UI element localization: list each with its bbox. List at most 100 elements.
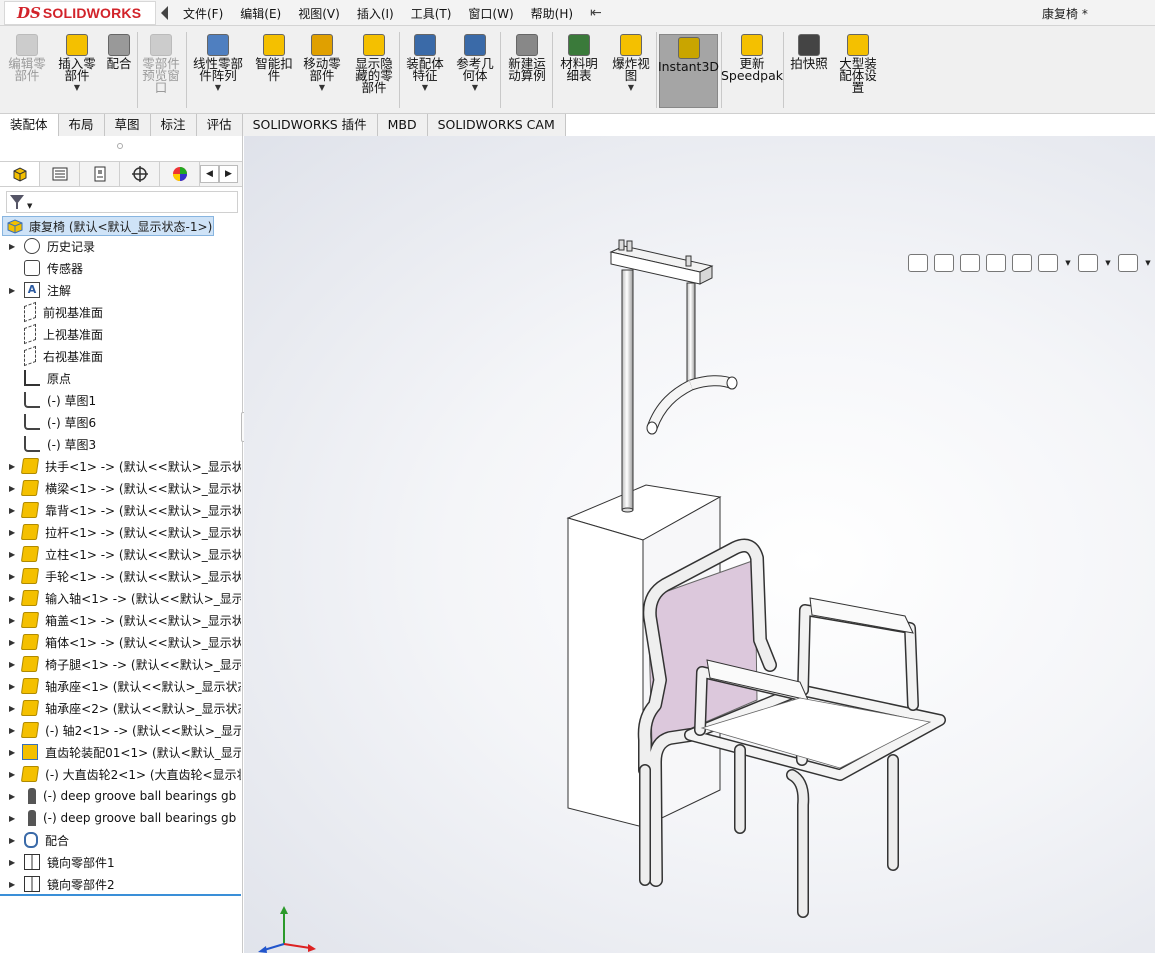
tree-item[interactable]: ▶ 直齿轮装配01<1> (默认<默认_显示 bbox=[0, 741, 241, 763]
ribbon-button-reference-geometry[interactable]: 参考几 何体 ▼ bbox=[453, 34, 497, 92]
menu-window[interactable]: 窗口(W) bbox=[468, 5, 513, 22]
tree-item[interactable]: 右视基准面 bbox=[0, 345, 241, 367]
tree-item[interactable]: 传感器 bbox=[0, 257, 241, 279]
expand-arrow-icon[interactable]: ▶ bbox=[9, 836, 17, 845]
menu-insert[interactable]: 插入(I) bbox=[357, 5, 394, 22]
tree-item[interactable]: 上视基准面 bbox=[0, 323, 241, 345]
tab-markup[interactable]: 标注 bbox=[150, 114, 197, 136]
menu-tools[interactable]: 工具(T) bbox=[411, 5, 452, 22]
ribbon-button-edit-component[interactable]: 编辑零 部件 bbox=[6, 34, 48, 82]
tree-item[interactable]: 前视基准面 bbox=[0, 301, 241, 323]
featuremanager-tab[interactable] bbox=[0, 162, 40, 186]
expand-arrow-icon[interactable]: ▶ bbox=[9, 660, 15, 669]
tree-root-assembly[interactable]: 康复椅 (默认<默认_显示状态-1>) bbox=[2, 216, 214, 236]
tree-item[interactable]: ▶ 箱体<1> -> (默认<<默认>_显示状 bbox=[0, 631, 241, 653]
panel-tab-next-icon[interactable]: ▶ bbox=[219, 165, 238, 183]
expand-arrow-icon[interactable]: ▶ bbox=[9, 616, 15, 625]
menu-edit[interactable]: 编辑(E) bbox=[240, 5, 281, 22]
tree-item[interactable]: (-) 草图1 bbox=[0, 389, 241, 411]
tree-item[interactable]: ▶ 配合 bbox=[0, 829, 241, 851]
ribbon-button-snapshot[interactable]: 拍快照 bbox=[787, 34, 831, 70]
ribbon-button-smart-fastener[interactable]: 智能扣 件 bbox=[252, 34, 296, 82]
ribbon-button-linear-pattern[interactable]: 线性零部 件阵列 ▼ bbox=[190, 34, 246, 92]
expand-arrow-icon[interactable]: ▶ bbox=[9, 506, 15, 515]
ribbon-button-bom[interactable]: 材料明 细表 bbox=[557, 34, 601, 82]
tree-item[interactable]: ▶ 手轮<1> -> (默认<<默认>_显示状 bbox=[0, 565, 241, 587]
ribbon-button-assembly-feature[interactable]: 装配体 特征 ▼ bbox=[403, 34, 447, 92]
menu-help[interactable]: 帮助(H) bbox=[531, 5, 573, 22]
expand-arrow-icon[interactable]: ▶ bbox=[9, 572, 15, 581]
dropdown-arrow-icon[interactable]: ▼ bbox=[319, 83, 325, 92]
expand-arrow-icon[interactable]: ▶ bbox=[9, 792, 17, 801]
ribbon-button-speedpak[interactable]: 更新 Speedpak bbox=[721, 34, 783, 82]
tree-item[interactable]: ▶ (-) deep groove ball bearings gb bbox=[0, 807, 241, 829]
dropdown-arrow-icon[interactable]: ▼ bbox=[472, 83, 478, 92]
expand-arrow-icon[interactable]: ▶ bbox=[9, 242, 17, 251]
ribbon-button-insert-component[interactable]: 插入零 部件 ▼ bbox=[55, 34, 99, 92]
ribbon-button-show-hidden[interactable]: 显示隐 藏的零 部件 bbox=[352, 34, 396, 94]
expand-arrow-icon[interactable]: ▶ bbox=[9, 748, 15, 757]
expand-arrow-icon[interactable]: ▶ bbox=[9, 638, 15, 647]
menu-collapse-arrow-icon[interactable] bbox=[161, 6, 168, 20]
panel-grip-icon[interactable] bbox=[117, 143, 123, 149]
ribbon-button-motion-study[interactable]: 新建运 动算例 bbox=[505, 34, 549, 82]
expand-arrow-icon[interactable]: ▶ bbox=[9, 594, 15, 603]
filter-dropdown-icon[interactable]: ▼ bbox=[27, 202, 32, 210]
graphics-area[interactable]: ▼ ▼ ▼ bbox=[244, 136, 1155, 953]
tab-assembly[interactable]: 装配体 bbox=[0, 114, 59, 136]
tree-item[interactable]: ▶ (-) deep groove ball bearings gb bbox=[0, 785, 241, 807]
ribbon-button-component-preview[interactable]: 零部件 预览窗 口 bbox=[139, 34, 183, 94]
menu-view[interactable]: 视图(V) bbox=[298, 5, 340, 22]
expand-arrow-icon[interactable]: ▶ bbox=[9, 528, 15, 537]
tree-item[interactable]: ▶ 输入轴<1> -> (默认<<默认>_显示 bbox=[0, 587, 241, 609]
tree-item[interactable]: 原点 bbox=[0, 367, 241, 389]
tab-addins[interactable]: SOLIDWORKS 插件 bbox=[242, 114, 378, 136]
menu-pin-icon[interactable]: ⇤ bbox=[590, 5, 602, 21]
expand-arrow-icon[interactable]: ▶ bbox=[9, 550, 15, 559]
tree-item[interactable]: ▶ 轴承座<2> (默认<<默认>_显示状态 bbox=[0, 697, 241, 719]
ribbon-button-mate[interactable]: 配合 bbox=[104, 34, 134, 70]
expand-arrow-icon[interactable]: ▶ bbox=[9, 858, 17, 867]
lift-column[interactable] bbox=[621, 269, 634, 513]
ribbon-button-move-component[interactable]: 移动零 部件 ▼ bbox=[300, 34, 344, 92]
expand-arrow-icon[interactable]: ▶ bbox=[9, 704, 15, 713]
rehab-chair-model[interactable] bbox=[244, 136, 1155, 953]
ribbon-button-exploded-view[interactable]: 爆炸视 图 ▼ bbox=[609, 34, 653, 92]
tree-filter[interactable]: ▼ bbox=[6, 191, 238, 213]
dropdown-arrow-icon[interactable]: ▼ bbox=[215, 83, 221, 92]
tree-item[interactable]: (-) 草图6 bbox=[0, 411, 241, 433]
displaymanager-tab[interactable] bbox=[160, 162, 200, 186]
tree-item[interactable]: ▶ 拉杆<1> -> (默认<<默认>_显示状 bbox=[0, 521, 241, 543]
right-armrest-pad[interactable] bbox=[809, 597, 914, 634]
expand-arrow-icon[interactable]: ▶ bbox=[9, 462, 15, 471]
tab-layout[interactable]: 布局 bbox=[58, 114, 105, 136]
expand-arrow-icon[interactable]: ▶ bbox=[9, 484, 15, 493]
expand-arrow-icon[interactable]: ▶ bbox=[9, 682, 15, 691]
menu-file[interactable]: 文件(F) bbox=[183, 5, 223, 22]
tree-item[interactable]: ▶ 横梁<1> -> (默认<<默认>_显示状 bbox=[0, 477, 241, 499]
dropdown-arrow-icon[interactable]: ▼ bbox=[74, 83, 80, 92]
ribbon-button-large-assembly[interactable]: 大型装 配体设 置 bbox=[836, 34, 880, 94]
tree-item[interactable]: ▶ (-) 大直齿轮2<1> (大直齿轮<显示状 bbox=[0, 763, 241, 785]
tab-cam[interactable]: SOLIDWORKS CAM bbox=[427, 114, 566, 136]
dropdown-arrow-icon[interactable]: ▼ bbox=[422, 83, 428, 92]
tab-sketch[interactable]: 草图 bbox=[104, 114, 151, 136]
tree-item[interactable]: ▶ 立柱<1> -> (默认<<默认>_显示状 bbox=[0, 543, 241, 565]
expand-arrow-icon[interactable]: ▶ bbox=[9, 770, 15, 779]
tree-item[interactable]: ▶ 靠背<1> -> (默认<<默认>_显示状 bbox=[0, 499, 241, 521]
solidworks-logo[interactable]: DS SOLIDWORKS bbox=[4, 1, 156, 25]
tree-item[interactable]: ▶ 椅子腿<1> -> (默认<<默认>_显示 bbox=[0, 653, 241, 675]
ribbon-button-instant3d[interactable]: Instant3D bbox=[658, 34, 719, 108]
tab-mbd[interactable]: MBD bbox=[377, 114, 428, 136]
tree-item[interactable]: ▶ 镜向零部件1 bbox=[0, 851, 241, 873]
tree-item[interactable]: ▶ (-) 轴2<1> -> (默认<<默认>_显示 bbox=[0, 719, 241, 741]
tree-item[interactable]: ▶ 轴承座<1> (默认<<默认>_显示状态 bbox=[0, 675, 241, 697]
expand-arrow-icon[interactable]: ▶ bbox=[9, 880, 17, 889]
hanging-arm-support[interactable] bbox=[646, 282, 738, 435]
expand-arrow-icon[interactable]: ▶ bbox=[9, 726, 15, 735]
dropdown-arrow-icon[interactable]: ▼ bbox=[628, 83, 634, 92]
tree-rollback-bar[interactable] bbox=[0, 894, 241, 896]
tree-item[interactable]: ▶ 箱盖<1> -> (默认<<默认>_显示状 bbox=[0, 609, 241, 631]
tree-item[interactable]: ▶ 镜向零部件2 bbox=[0, 873, 241, 895]
tree-item[interactable]: (-) 草图3 bbox=[0, 433, 241, 455]
